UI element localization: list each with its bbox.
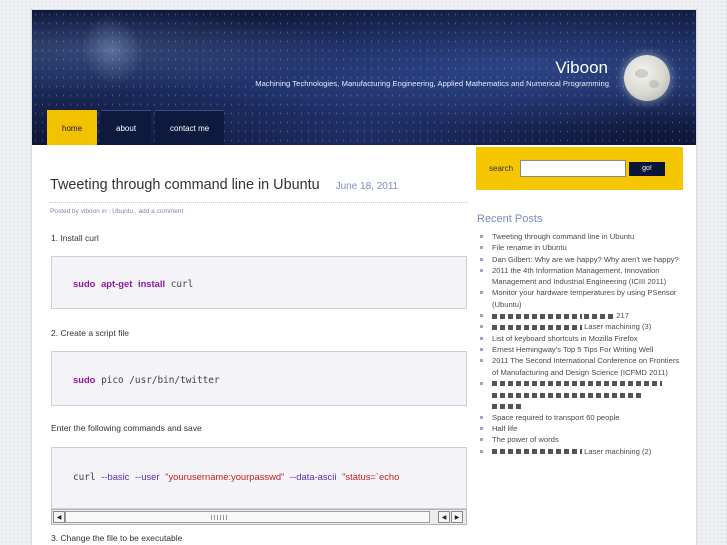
moon-image <box>624 55 670 101</box>
enter-commands-text: Enter the following commands and save <box>51 423 202 433</box>
step-1-text: 1. Install curl <box>51 233 99 243</box>
nav-contact-me[interactable]: contact me <box>155 110 225 145</box>
post-title-text[interactable]: Tweeting through command line in Ubuntu <box>50 177 320 193</box>
recent-post-link[interactable]: 2011 The Second International Conference… <box>478 355 686 378</box>
code-horizontal-scrollbar[interactable]: ◀ ◀ ▶ <box>51 509 467 525</box>
garbled-text <box>492 313 582 319</box>
grip-icon <box>211 515 227 520</box>
search-bar: search go! <box>476 147 683 190</box>
recent-post-link[interactable]: List of keyboard shortcuts in Mozilla Fi… <box>478 333 686 344</box>
scroll-left-icon[interactable]: ◀ <box>53 511 65 523</box>
recent-post-link-garbled[interactable] <box>478 378 686 412</box>
post-date: June 18, 2011 <box>335 181 399 192</box>
divider <box>50 202 468 203</box>
post-meta: Posted by viboon in : Ubuntu , add a com… <box>50 208 184 215</box>
garbled-text <box>492 392 642 398</box>
recent-post-link[interactable]: Laser machining (3) <box>478 321 686 332</box>
recent-post-link[interactable]: Dan Gilbert: Why are we happy? Why aren'… <box>478 254 686 265</box>
site-description: Machining Technologies, Manufacturing En… <box>255 79 609 88</box>
scrollbar-thumb[interactable] <box>65 511 430 523</box>
code-block-script: sudo pico /usr/bin/twitter <box>51 351 467 406</box>
garbled-text <box>492 324 582 330</box>
nav-about[interactable]: about <box>101 110 152 145</box>
main-nav: home about contact me <box>47 110 228 145</box>
recent-posts-heading: Recent Posts <box>477 213 543 225</box>
recent-post-link[interactable]: 2011 the 4th Information Management, Inn… <box>478 265 686 288</box>
nav-home[interactable]: home <box>47 110 98 145</box>
recent-post-link[interactable]: Space required to transport 60 people <box>478 412 686 423</box>
code-line: sudo pico /usr/bin/twitter <box>73 374 220 386</box>
post-title[interactable]: Tweeting through command line in Ubuntu … <box>50 177 398 193</box>
code-block-curl: curl --basic --user "yourusername:yourpa… <box>51 447 467 509</box>
site-header: Viboon Machining Technologies, Manufactu… <box>32 10 696 145</box>
garbled-text <box>492 449 582 455</box>
code-line: sudo apt-get install curl <box>73 278 194 290</box>
step-2-text: 2. Create a script file <box>51 328 129 338</box>
code-line: curl --basic --user "yourusername:yourpa… <box>73 471 400 483</box>
scroll-right-icon[interactable]: ▶ <box>451 511 463 523</box>
scroll-left-icon[interactable]: ◀ <box>438 511 450 523</box>
garbled-text <box>584 313 615 319</box>
recent-posts-list: Tweeting through command line in Ubuntu … <box>478 231 686 457</box>
garbled-text <box>492 403 522 409</box>
site-title[interactable]: Viboon <box>555 58 608 78</box>
page-container: Viboon Machining Technologies, Manufactu… <box>31 9 697 545</box>
recent-post-link[interactable]: Half life <box>478 423 686 434</box>
search-go-button[interactable]: go! <box>629 161 666 176</box>
recent-post-link[interactable]: Tweeting through command line in Ubuntu <box>478 231 686 242</box>
recent-post-link-garbled[interactable]: 217 <box>478 310 686 321</box>
code-block-install: sudo apt-get install curl <box>51 256 467 309</box>
step-3-text: 3. Change the file to be executable <box>51 533 183 543</box>
search-label: search <box>489 164 514 173</box>
garbled-text <box>492 381 662 387</box>
recent-post-link[interactable]: Laser machining (2) <box>478 446 686 457</box>
recent-post-link[interactable]: File rename in Ubuntu <box>478 242 686 253</box>
recent-post-link[interactable]: Ernest Hemingway's Top 5 Tips For Writin… <box>478 344 686 355</box>
recent-post-link[interactable]: The power of words <box>478 434 686 445</box>
search-input[interactable] <box>520 160 627 177</box>
recent-post-link[interactable]: Monitor your hardware temperatures by us… <box>478 287 686 310</box>
